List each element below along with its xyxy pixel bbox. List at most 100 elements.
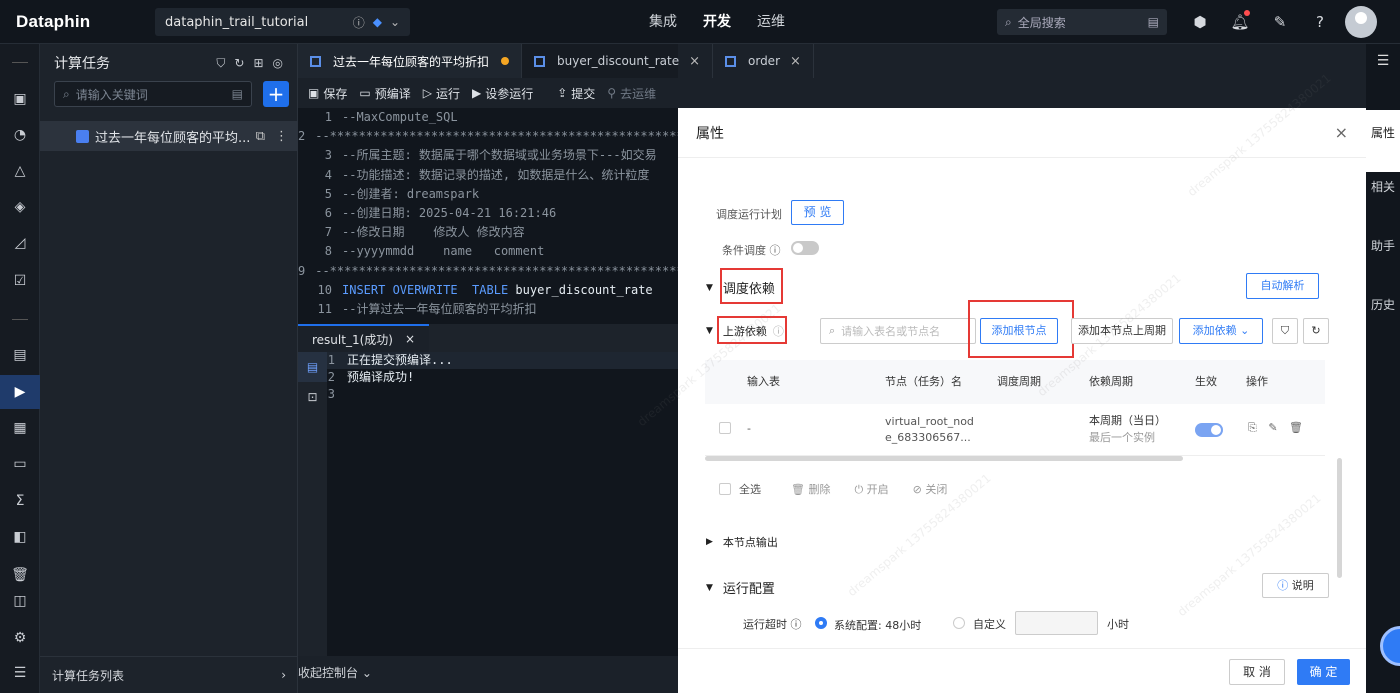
rail-chart-icon[interactable]: ◿ [0,226,40,260]
upstream-search-input[interactable]: ⌕ 请输入表名或节点名 [820,318,976,344]
delete-icon[interactable]: 🗑︎ [1289,421,1303,434]
nav-ops[interactable]: 运维 [744,0,798,44]
close-icon[interactable]: × [790,54,801,69]
row-checkbox[interactable] [719,422,731,434]
wrench-icon[interactable]: ✎ [1260,13,1300,31]
help-button[interactable]: ⓘ 说明 [1262,573,1329,598]
more-icon[interactable]: ⋮ [275,129,288,144]
task-tree-item[interactable]: 过去一年每位顾客的平均... ⧉ ⋮ [40,121,298,151]
param-run-button[interactable]: ▶ 设参运行 [472,85,533,102]
auto-parse-button[interactable]: 自动解析 [1246,273,1319,299]
bulk-enable-button[interactable]: ⏻ 开启 [854,481,888,497]
to-ops-button[interactable]: ⚲ 去运维 [607,85,656,102]
avatar[interactable] [1345,6,1377,38]
refresh-icon[interactable]: ↻ [234,56,244,70]
code-view-icon[interactable]: ⊡ [298,382,327,412]
bell-icon[interactable]: 🔔︎ [1220,10,1260,31]
help-icon[interactable]: ? [1300,13,1340,31]
run-config-header[interactable]: ▼ 运行配置 [706,578,775,597]
filter-icon[interactable]: ⛉ [216,56,225,71]
precompile-button[interactable]: ▭ 预编译 [359,85,410,102]
filter-icon[interactable]: ⛉ [1272,318,1298,344]
table-icon [725,55,736,67]
tab-avg-discount[interactable]: 过去一年每位顾客的平均折扣 [298,44,523,78]
rail-box-icon[interactable]: ▭ [0,447,40,481]
preview-button[interactable]: 预 览 [791,200,844,225]
info-icon[interactable]: ⓘ [353,14,365,31]
calendar-icon[interactable]: ▤ [232,87,243,101]
system-config-radio[interactable] [815,617,827,629]
table-icon [310,55,321,67]
list-icon[interactable]: ☰ [1366,44,1400,78]
cancel-button[interactable]: 取 消 [1229,659,1285,685]
info-icon[interactable]: ⓘ [791,618,802,631]
tab-order[interactable]: order × [713,44,814,78]
chevron-right-icon[interactable]: › [281,668,286,682]
rail-gear-icon[interactable]: ⚙ [0,621,40,655]
strip-tab-properties[interactable]: 属性 [1366,110,1400,172]
folder-add-icon[interactable]: ⊞ [253,56,263,70]
view-icon[interactable]: ⎘ [1248,421,1257,434]
row-node-name[interactable]: virtual_root_nod e_683306567... [885,414,974,446]
strip-tab-assistant[interactable]: 助手 [1366,239,1400,254]
run-button[interactable]: ▷ 运行 [423,85,460,102]
nav-integration[interactable]: 集成 [636,0,690,44]
add-task-button[interactable]: + [263,81,289,107]
close-icon[interactable]: × [405,332,415,346]
chevron-down-icon[interactable]: ⌄ [390,15,400,29]
bulk-delete-button[interactable]: 🗑︎ 删除 [791,481,830,497]
shield-icon[interactable]: ⬢ [1180,13,1220,31]
bulk-disable-button[interactable]: ⊘ 关闭 [913,481,948,497]
submit-button[interactable]: ⇪ 提交 [557,85,595,102]
nav-develop[interactable]: 开发 [690,0,744,44]
output-section-header[interactable]: ▶ 本节点输出 [706,534,778,550]
log-icon[interactable]: ▤ [298,352,327,382]
result-tab[interactable]: result_1(成功) × [298,324,430,352]
global-search[interactable]: ⌕ 全局搜索 ▤ [997,9,1167,35]
project-selector[interactable]: dataphin_trail_tutorial ⓘ ◆ ⌄ [155,8,410,36]
rail-query-icon[interactable]: ◫ [0,584,40,618]
close-icon[interactable]: × [689,54,700,69]
custom-hours-input[interactable] [1015,611,1098,635]
app-logo[interactable]: Dataphin [0,12,110,32]
select-all-checkbox[interactable] [719,483,731,495]
add-dependency-dropdown[interactable]: 添加依赖 ⌄ [1179,318,1263,344]
add-prev-cycle-button[interactable]: 添加本节点上周期 [1071,318,1173,344]
task-search-input[interactable]: ⌕ 请输入关键词 ▤ [54,81,252,107]
rail-monitor-icon[interactable]: ◔ [0,118,40,152]
custom-radio[interactable] [953,617,965,629]
row-dep-cycle-sub: 最后一个实例 [1089,431,1155,444]
rail-alert-icon[interactable]: △ [0,154,40,188]
collapse-console-button[interactable]: 收起控制台 ⌄ [298,664,372,681]
unsaved-dot [501,57,510,65]
task-list-footer[interactable]: 计算任务列表 › [40,656,298,693]
code-editor[interactable]: 1 --MaxCompute_SQL 2 --********************… [298,108,678,324]
strip-tab-history[interactable]: 历史 [1366,298,1400,313]
copy-icon[interactable]: ⧉ [256,129,265,144]
rail-menu-icon[interactable]: ☰ [0,656,40,690]
locate-icon[interactable]: ◎ [273,56,283,70]
row-effective-toggle[interactable] [1195,423,1223,437]
save-button[interactable]: ▣ 保存 [308,85,347,102]
rail-asset-icon[interactable]: ▣ [0,82,40,116]
rail-resource-icon[interactable]: ◧ [0,520,40,554]
rail-sql-task-icon[interactable]: ▶ [0,375,40,409]
strip-tab-related[interactable]: 相关 [1366,180,1400,195]
rail-doc-icon[interactable]: ▤ [0,338,40,372]
edit-icon[interactable]: ✎ [1268,421,1277,434]
rail-function-icon[interactable]: Σ [0,484,40,518]
select-all-label: 全选 [739,483,761,496]
panel-vertical-scrollbar[interactable] [1337,458,1342,578]
col-action: 操作 [1246,375,1268,388]
close-icon[interactable]: × [1335,123,1348,142]
rail-table-icon[interactable]: ▦ [0,411,40,445]
cond-schedule-toggle[interactable] [791,241,819,255]
table-horizontal-scrollbar[interactable] [705,456,1183,461]
info-icon[interactable]: ⓘ [770,244,781,257]
calendar-search-icon[interactable]: ▤ [1148,15,1159,29]
rail-layers-icon[interactable]: ◈ [0,190,40,224]
refresh-icon[interactable]: ↻ [1303,318,1329,344]
tab-buyer-discount-rate[interactable]: buyer_discount_rate × [522,44,713,78]
ok-button[interactable]: 确 定 [1297,659,1350,685]
rail-check-icon[interactable]: ☑ [0,264,40,298]
